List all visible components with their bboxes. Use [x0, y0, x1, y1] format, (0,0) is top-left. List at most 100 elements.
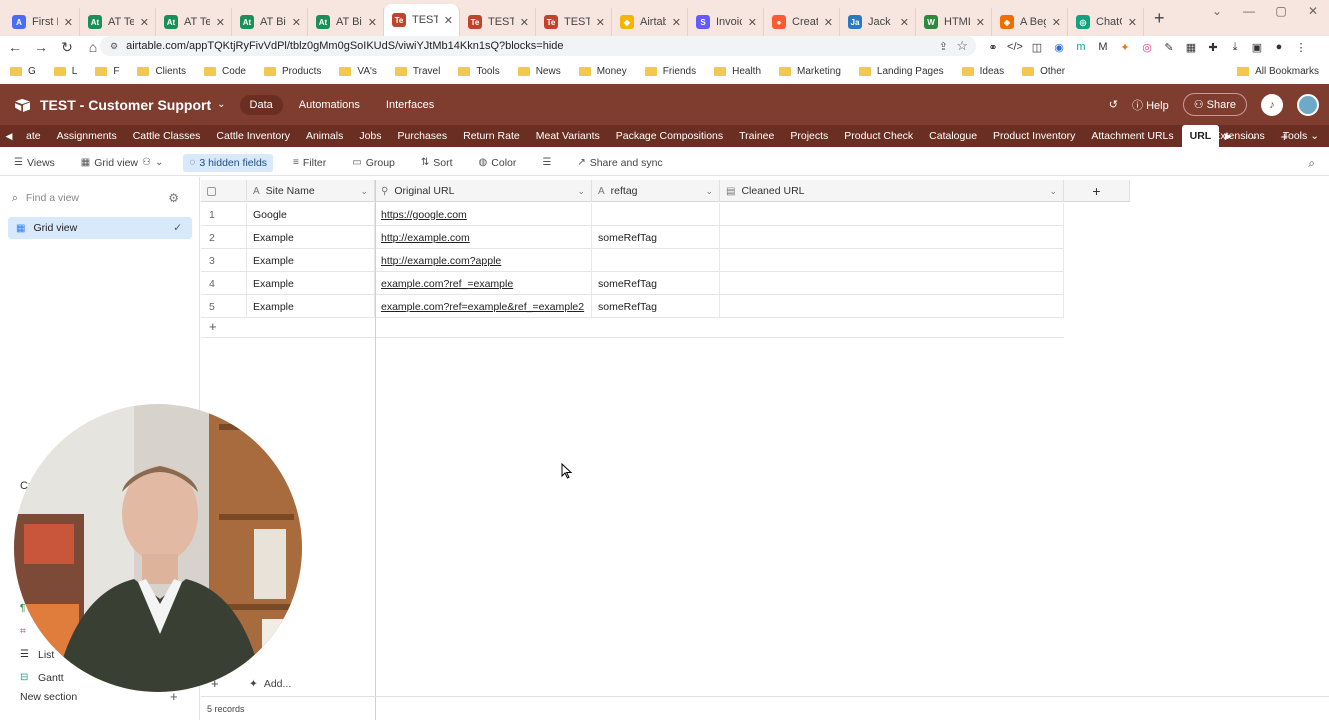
add-more-button[interactable]: ✦ Add...	[249, 678, 291, 690]
chevron-down-icon[interactable]: ⌄	[705, 186, 713, 197]
column-header-cleaned-url[interactable]: ▤ Cleaned URL ⌄	[720, 180, 1064, 202]
browser-tab[interactable]: Te TEST - ✕	[536, 8, 612, 36]
color-button[interactable]: ◍ Color	[473, 154, 523, 172]
airtable-logo-icon[interactable]	[14, 98, 32, 112]
cell-cleaned-url[interactable]	[720, 203, 1064, 226]
close-tab-icon[interactable]: ✕	[140, 16, 149, 29]
extension-icon[interactable]: M	[1095, 39, 1111, 55]
bookmark-folder[interactable]: Health	[714, 66, 761, 77]
cell-original-url[interactable]: https://google.com	[375, 203, 592, 226]
chevron-down-icon[interactable]: ⌄	[217, 99, 225, 110]
bookmark-folder[interactable]: Marketing	[779, 66, 841, 77]
table-tab[interactable]: Purchases	[390, 125, 456, 147]
chevron-down-icon[interactable]: ⌄	[1049, 186, 1057, 197]
extension-icon[interactable]: ◎	[1139, 39, 1155, 55]
cell-cleaned-url[interactable]	[720, 249, 1064, 272]
forward-icon[interactable]: →	[30, 39, 52, 55]
extensions-button[interactable]: Extensions	[1213, 130, 1264, 142]
bookmark-folder[interactable]: VA's	[339, 66, 377, 77]
avatar[interactable]	[1297, 93, 1319, 116]
browser-tab[interactable]: ● Create ✕	[764, 8, 840, 36]
bookmark-folder[interactable]: Travel	[394, 66, 440, 77]
menu-icon[interactable]: ⋮	[1293, 39, 1309, 55]
minimize-button[interactable]: —	[1233, 0, 1265, 22]
share-sync-button[interactable]: ↗ Share and sync	[571, 154, 668, 172]
table-tab[interactable]: Assignments	[49, 125, 125, 147]
extension-icon[interactable]: ✦	[1117, 39, 1133, 55]
share-button[interactable]: ⚇ Share	[1182, 93, 1247, 116]
browser-tab[interactable]: ◎ ChatGI ✕	[1068, 8, 1144, 36]
select-all-checkbox[interactable]	[201, 180, 247, 202]
history-icon[interactable]: ↺	[1109, 98, 1118, 111]
chevron-down-icon[interactable]: ⌄	[577, 186, 585, 197]
browser-tab[interactable]: At AT Biz ✕	[232, 8, 308, 36]
bookmark-star-icon[interactable]: ☆	[956, 38, 968, 54]
bookmark-folder[interactable]: F	[95, 66, 119, 77]
close-tab-icon[interactable]: ✕	[672, 16, 681, 29]
close-tab-icon[interactable]: ✕	[368, 16, 377, 29]
share-page-icon[interactable]: ⇪	[939, 40, 948, 53]
cell-site-name[interactable]: Example	[247, 226, 375, 249]
cell-cleaned-url[interactable]	[720, 226, 1064, 249]
cell-cleaned-url[interactable]	[720, 272, 1064, 295]
cell-original-url[interactable]: example.com?ref_=example	[375, 272, 592, 295]
extension-icon[interactable]: ◫	[1029, 39, 1045, 55]
scroll-left-icon[interactable]: ◀	[0, 125, 18, 147]
table-row[interactable]: 4 Example example.com?ref_=example someRefT…	[201, 272, 1064, 295]
extension-icon[interactable]: m	[1073, 39, 1089, 55]
bookmark-folder[interactable]: Products	[263, 66, 321, 77]
table-row[interactable]: 2 Example http://example.com someRefTag	[201, 226, 1064, 249]
close-tab-icon[interactable]: ✕	[64, 16, 73, 29]
group-button[interactable]: ▭ Group	[346, 154, 401, 172]
close-tab-icon[interactable]: ✕	[1052, 16, 1061, 29]
table-tab[interactable]: Product Inventory	[985, 125, 1083, 147]
all-bookmarks[interactable]: All Bookmarks	[1237, 66, 1319, 77]
tools-button[interactable]: Tools ⌄	[1283, 130, 1319, 142]
bookmark-folder[interactable]: Landing Pages	[858, 66, 944, 77]
extension-icon[interactable]: ⚭	[985, 39, 1001, 55]
sort-button[interactable]: ⇅ Sort	[415, 154, 459, 172]
browser-tab[interactable]: ◆ Airtabl ✕	[612, 8, 688, 36]
cell-site-name[interactable]: Example	[247, 249, 375, 272]
new-section-button[interactable]: New section	[20, 691, 77, 703]
table-row[interactable]: 1 Google https://google.com	[201, 203, 1064, 226]
table-tab[interactable]: Product Check	[836, 125, 921, 147]
cell-cleaned-url[interactable]	[720, 295, 1064, 318]
extension-icon[interactable]: ▦	[1183, 39, 1199, 55]
bell-icon[interactable]: ♪	[1261, 93, 1283, 116]
add-field-button[interactable]: +	[1064, 180, 1130, 202]
table-tab[interactable]: Catalogue	[921, 125, 985, 147]
extension-icon[interactable]: ◉	[1051, 39, 1067, 55]
filter-button[interactable]: ≡ Filter	[287, 154, 332, 172]
table-tab[interactable]: ate	[18, 125, 49, 147]
browser-tab[interactable]: S Invoice ✕	[688, 8, 764, 36]
table-tab[interactable]: Attachment URLs	[1083, 125, 1181, 147]
browser-tab[interactable]: W HTML ✕	[916, 8, 992, 36]
bookmark-folder[interactable]: L	[53, 66, 77, 77]
profile-icon[interactable]: ●	[1271, 39, 1287, 55]
close-tab-icon[interactable]: ✕	[824, 16, 833, 29]
table-tab[interactable]: Package Compositions	[608, 125, 731, 147]
column-header-original-url[interactable]: ⚲ Original URL ⌄	[375, 180, 592, 202]
chevron-down-icon[interactable]: ⌄	[360, 186, 368, 197]
table-tab[interactable]: Projects	[782, 125, 836, 147]
close-tab-icon[interactable]: ✕	[520, 16, 529, 29]
close-tab-icon[interactable]: ✕	[900, 16, 909, 29]
table-tab[interactable]: Return Rate	[455, 125, 528, 147]
bookmark-folder[interactable]: Money	[578, 66, 627, 77]
browser-tab[interactable]: At AT Test ✕	[80, 8, 156, 36]
bookmark-folder[interactable]: Clients	[137, 66, 186, 77]
column-header-site-name[interactable]: A Site Name ⌄	[247, 180, 375, 202]
views-toggle[interactable]: ☰ Views	[8, 154, 61, 172]
table-tab[interactable]: Animals	[298, 125, 351, 147]
browser-tab[interactable]: ◈ A Begi ✕	[992, 8, 1068, 36]
browser-tab[interactable]: Ja Jack M ✕	[840, 8, 916, 36]
extension-icon[interactable]: </>	[1007, 39, 1023, 55]
row-height-button[interactable]: ☰	[536, 154, 557, 171]
cell-reftag[interactable]	[592, 249, 720, 272]
gear-icon[interactable]: ⚙	[168, 191, 179, 205]
reload-icon[interactable]: ↻	[56, 39, 78, 56]
close-tab-icon[interactable]: ✕	[748, 16, 757, 29]
close-tab-icon[interactable]: ✕	[292, 16, 301, 29]
view-switcher[interactable]: ▦ Grid view ⚇ ⌄	[75, 154, 170, 172]
